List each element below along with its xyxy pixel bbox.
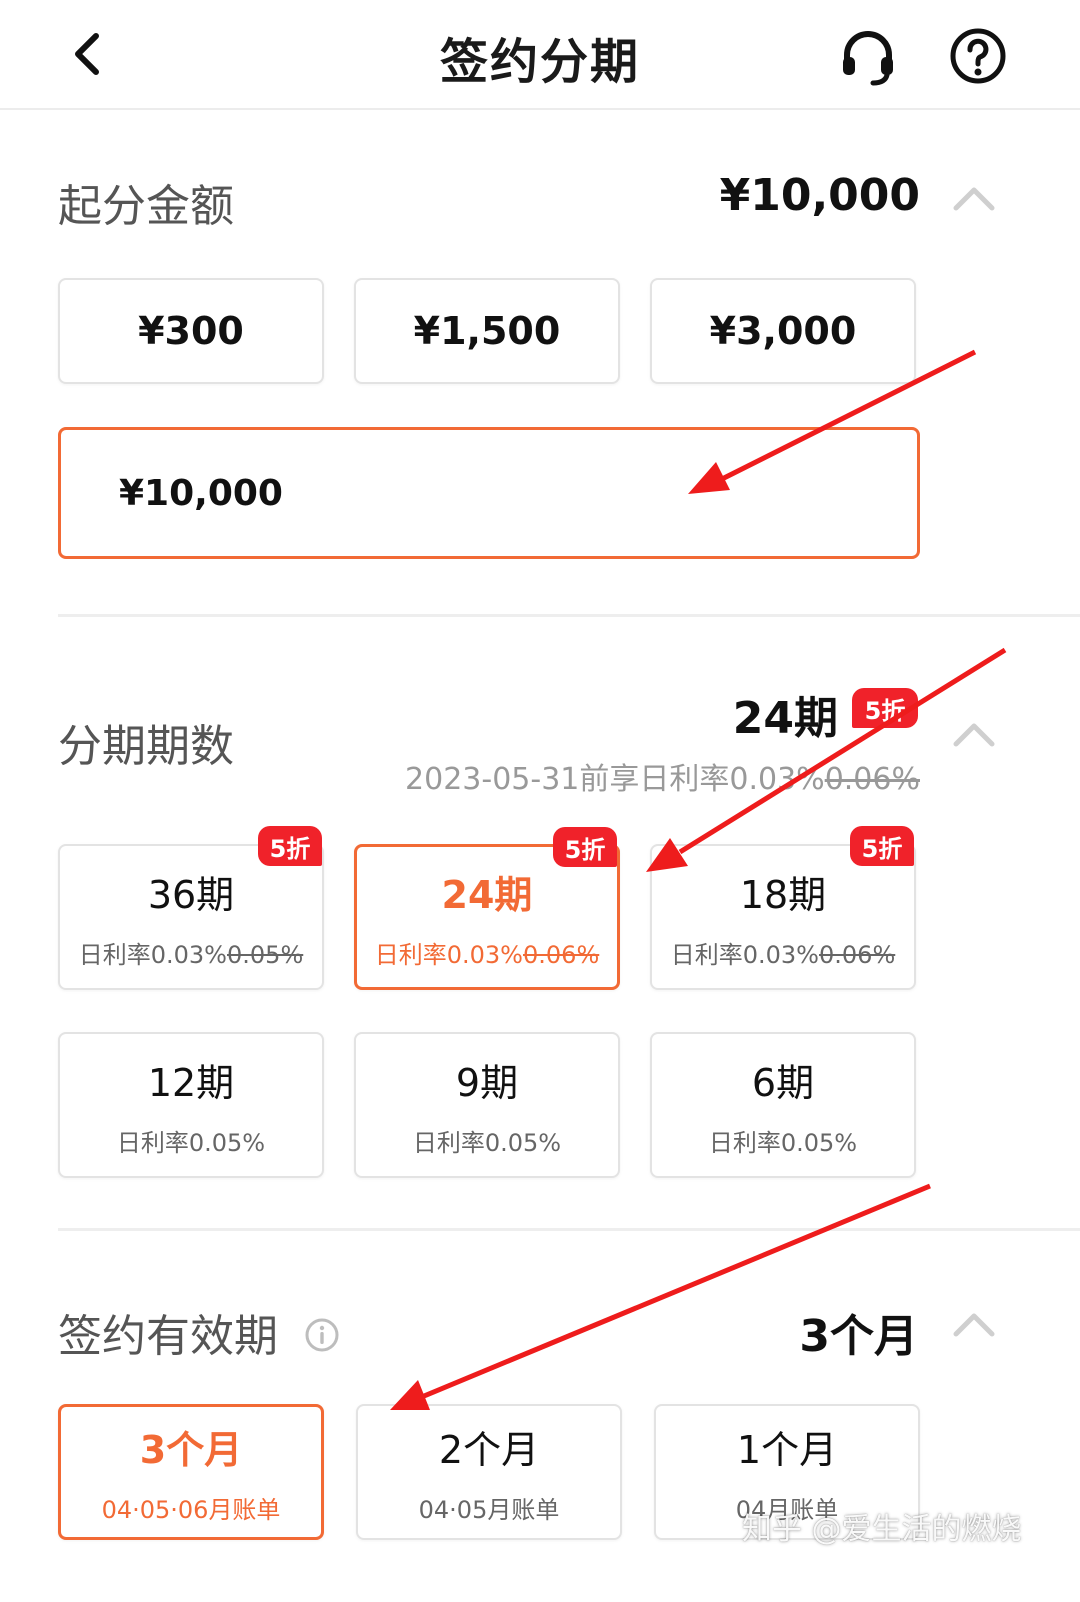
period-rate: 日利率0.03%0.05% — [78, 941, 304, 969]
period-rate: 日利率0.05% — [116, 1129, 266, 1157]
validity-label: 签约有效期 — [58, 1300, 340, 1364]
section-divider — [58, 614, 1080, 617]
discount-badge: 5折 — [850, 826, 914, 866]
validity-label-text: 签约有效期 — [58, 1311, 278, 1362]
period-option-24[interactable]: 5折 24期 日利率0.03%0.06% — [354, 827, 620, 990]
page-title: 签约分期 — [439, 34, 640, 90]
validity-value: 3个月 — [799, 1311, 918, 1362]
amount-option-300[interactable]: ¥300 — [58, 278, 324, 384]
annotation-arrow — [390, 1183, 931, 1410]
period-label: 12期 — [147, 1061, 235, 1105]
installments-value: 24期 — [732, 693, 838, 744]
discount-badge: 5折 — [852, 688, 918, 728]
period-option-6[interactable]: 6期 日利率0.05% — [650, 1032, 916, 1178]
period-rate: 日利率0.03%0.06% — [374, 941, 600, 969]
validity-term: 2个月 — [438, 1428, 540, 1472]
validity-option-3m[interactable]: 3个月 04·05·06月账单 — [58, 1404, 324, 1540]
period-rate: 日利率0.05% — [412, 1129, 562, 1157]
info-icon[interactable] — [304, 1317, 340, 1353]
validity-term: 3个月 — [139, 1428, 243, 1472]
watermark: 知乎 @爱生活的燃烧 — [742, 1512, 1022, 1547]
period-label: 6期 — [751, 1061, 815, 1105]
custom-amount-value: ¥10,000 — [119, 472, 283, 514]
top-bar: 签约分期 — [0, 0, 1080, 110]
period-label: 36期 — [147, 873, 235, 917]
discount-badge: 5折 — [258, 826, 322, 866]
period-option-36[interactable]: 5折 36期 日利率0.03%0.05% — [58, 826, 324, 990]
period-rate: 日利率0.05% — [708, 1129, 858, 1157]
validity-option-2m[interactable]: 2个月 04·05月账单 — [356, 1404, 622, 1540]
discount-badge: 5折 — [553, 827, 617, 867]
period-label: 9期 — [455, 1061, 519, 1105]
headset-icon — [843, 31, 893, 86]
promo-rate-current: 2023-05-31前享日利率0.03% — [405, 762, 825, 797]
amount-option-label: ¥1,500 — [413, 309, 561, 353]
amount-option-label: ¥3,000 — [709, 309, 857, 353]
start-amount-label: 起分金额 — [58, 181, 234, 232]
period-option-18[interactable]: 5折 18期 日利率0.03%0.06% — [650, 826, 916, 990]
amount-option-label: ¥300 — [138, 309, 244, 353]
period-option-9[interactable]: 9期 日利率0.05% — [354, 1032, 620, 1178]
period-option-12[interactable]: 12期 日利率0.05% — [58, 1032, 324, 1178]
period-label: 18期 — [739, 873, 827, 917]
period-rate: 日利率0.03%0.06% — [670, 941, 896, 969]
customer-service-button[interactable] — [836, 24, 900, 88]
period-label: 24期 — [441, 873, 533, 917]
validity-bills: 04·05·06月账单 — [101, 1496, 281, 1524]
chevron-up-icon[interactable] — [950, 714, 998, 754]
validity-term: 1个月 — [736, 1428, 838, 1472]
amount-option-1500[interactable]: ¥1,500 — [354, 278, 620, 384]
promo-rate-text: 2023-05-31前享日利率0.03%0.06% — [405, 754, 920, 798]
chevron-up-icon[interactable] — [950, 178, 998, 218]
promo-rate-original: 0.06% — [824, 762, 920, 797]
chevron-up-icon[interactable] — [950, 1304, 998, 1344]
help-button[interactable] — [946, 24, 1010, 88]
installments-label: 分期期数 — [58, 721, 234, 772]
custom-amount-input[interactable]: ¥10,000 — [58, 427, 920, 559]
start-amount-value: ¥10,000 — [719, 170, 920, 221]
question-circle-icon — [950, 28, 1006, 84]
validity-bills: 04·05月账单 — [418, 1496, 560, 1524]
amount-option-3000[interactable]: ¥3,000 — [650, 278, 916, 384]
section-divider — [58, 1228, 1080, 1231]
